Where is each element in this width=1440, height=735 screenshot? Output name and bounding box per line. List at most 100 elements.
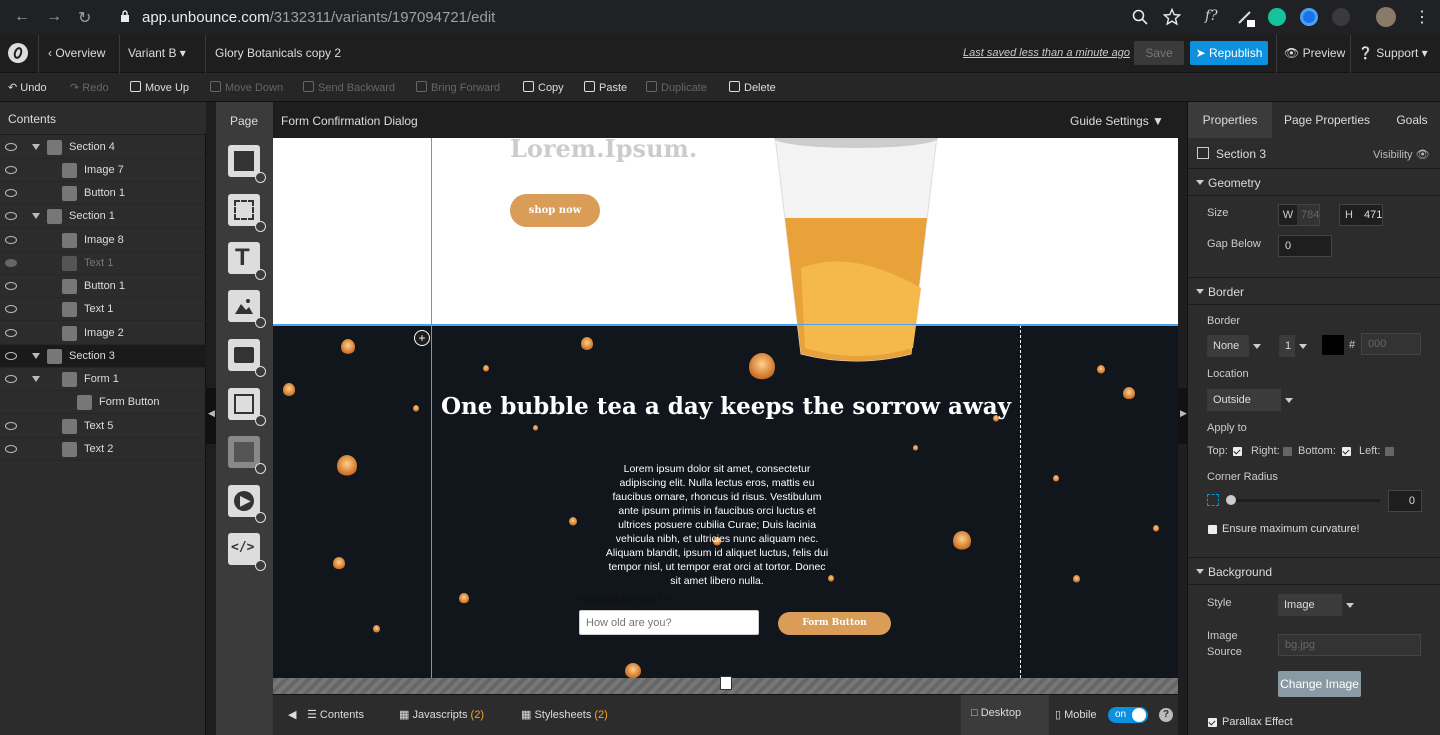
tree-item-image-2[interactable]: Image 2 — [0, 322, 206, 345]
desktop-view-button[interactable]: □ Desktop — [961, 695, 1049, 735]
form-widget-icon[interactable] — [228, 388, 266, 426]
hero-title[interactable]: Lorem.Ipsum. — [510, 138, 697, 163]
section-body-text[interactable]: Lorem ipsum dolor sit amet, consectetur … — [603, 462, 831, 588]
eye-icon[interactable] — [5, 236, 17, 244]
mobile-toggle[interactable]: on — [1108, 707, 1148, 723]
address-bar[interactable]: app.unbounce.com/3132311/variants/197094… — [108, 4, 1193, 31]
border-top-checkbox[interactable] — [1233, 447, 1242, 456]
tab-goals[interactable]: Goals — [1384, 102, 1440, 138]
support-dropdown[interactable]: ❔ Support ▾ — [1358, 46, 1428, 60]
corner-radius-slider[interactable] — [1230, 499, 1380, 502]
grammarly-icon[interactable] — [1268, 8, 1286, 26]
change-image-button[interactable]: Change Image — [1278, 671, 1361, 697]
border-color-field[interactable]: 000 — [1361, 333, 1421, 355]
age-input[interactable] — [579, 610, 759, 635]
eye-icon[interactable] — [5, 166, 17, 174]
page-name[interactable]: Glory Botanicals copy 2 — [215, 46, 341, 60]
stylesheets-button[interactable]: ▦ Stylesheets (2) — [521, 708, 608, 721]
gap-below-field[interactable]: 0 — [1278, 235, 1332, 257]
guide-settings-dropdown[interactable]: Guide Settings ▼ — [1070, 114, 1164, 128]
move-up-button[interactable]: Move Up — [130, 81, 189, 94]
search-icon[interactable] — [1132, 9, 1148, 25]
image-widget-icon[interactable] — [228, 290, 266, 328]
border-width-select[interactable]: 1 — [1279, 335, 1311, 357]
tree-item-form-1[interactable]: Form 1 — [0, 368, 206, 391]
social-widget-icon[interactable] — [228, 436, 266, 474]
eye-icon[interactable] — [5, 305, 17, 313]
tree-item-text-1[interactable]: Text 1 — [0, 298, 206, 321]
tree-item-section-4[interactable]: Section 4 — [0, 136, 206, 159]
eye-icon[interactable] — [5, 212, 17, 220]
visibility-toggle[interactable]: Visibility 👁 — [1373, 148, 1430, 161]
tree-item-text-1-hidden[interactable]: Text 1 — [0, 252, 206, 275]
collapse-icon[interactable] — [32, 376, 40, 382]
back-icon[interactable]: ← — [14, 8, 30, 26]
avatar[interactable] — [1376, 7, 1396, 27]
last-saved-link[interactable]: Last saved less than a minute ago — [963, 47, 1130, 59]
eye-icon[interactable] — [5, 375, 17, 383]
eye-icon[interactable] — [5, 143, 17, 151]
resize-handle-icon[interactable] — [720, 676, 732, 690]
border-left-checkbox[interactable] — [1385, 447, 1394, 456]
tree-item-button-1[interactable]: Button 1 — [0, 182, 206, 205]
slider-handle[interactable] — [1226, 495, 1236, 505]
height-field[interactable]: H 471 — [1339, 204, 1383, 226]
tree-item-text-5[interactable]: Text 5 — [0, 415, 206, 438]
tree-item-form-button[interactable]: Form Button — [0, 391, 206, 414]
paste-button[interactable]: Paste — [584, 81, 627, 94]
copy-button[interactable]: Copy — [523, 81, 564, 94]
contents-toggle[interactable]: ☰ Contents — [307, 708, 364, 721]
background-section-header[interactable]: Background — [1188, 557, 1440, 585]
section-widget-icon[interactable] — [228, 145, 266, 183]
move-down-button[interactable]: Move Down — [210, 81, 283, 94]
border-right-checkbox[interactable] — [1283, 447, 1292, 456]
unbounce-logo-icon[interactable] — [8, 43, 28, 63]
section-3[interactable]: + One bubble tea a day keeps the sorrow … — [273, 325, 1178, 678]
section-headline[interactable]: One bubble tea a day keeps the sorrow aw… — [431, 393, 1021, 420]
custom-html-widget-icon[interactable]: </> — [228, 533, 266, 571]
collapse-left-icon[interactable]: ◀ — [288, 708, 296, 721]
forward-icon[interactable]: → — [46, 8, 62, 26]
collapse-icon[interactable] — [32, 353, 40, 359]
tree-item-image-8[interactable]: Image 8 — [0, 229, 206, 252]
eye-icon[interactable] — [5, 352, 17, 360]
extension-circle-icon[interactable] — [1300, 8, 1318, 26]
eye-icon[interactable] — [5, 282, 17, 290]
bring-forward-button[interactable]: Bring Forward — [416, 81, 500, 94]
redo-button[interactable]: ↷ Redo — [70, 81, 109, 94]
tree-item-text-2[interactable]: Text 2 — [0, 438, 206, 461]
image-source-field[interactable]: bg.jpg — [1278, 634, 1421, 656]
tree-item-button-1[interactable]: Button 1 — [0, 275, 206, 298]
tree-item-section-1[interactable]: Section 1 — [0, 205, 206, 228]
border-style-select[interactable]: None — [1207, 335, 1265, 357]
border-location-select[interactable]: Outside — [1207, 389, 1297, 411]
border-section-header[interactable]: Border — [1188, 277, 1440, 305]
reload-icon[interactable]: ↻ — [78, 8, 91, 28]
overview-link[interactable]: ‹ Overview — [48, 46, 105, 60]
star-icon[interactable] — [1163, 8, 1181, 26]
send-backward-button[interactable]: Send Backward — [303, 81, 395, 94]
border-bottom-checkbox[interactable] — [1342, 447, 1351, 456]
collapse-right-panel-handle[interactable]: ▶ — [1178, 388, 1187, 444]
form-button[interactable]: Form Button — [778, 612, 891, 635]
video-widget-icon[interactable]: ▶ — [228, 485, 266, 523]
border-color-swatch[interactable] — [1322, 335, 1344, 355]
bubble-tea-image[interactable] — [771, 138, 941, 364]
save-button[interactable]: Save — [1134, 41, 1184, 65]
fonts-extension-icon[interactable]: f? — [1205, 8, 1218, 24]
bg-style-select[interactable]: Image — [1278, 594, 1358, 616]
corner-radius-field[interactable]: 0 — [1388, 490, 1422, 512]
pen-extension-icon[interactable] — [1236, 8, 1256, 28]
more-icon[interactable]: ⋮ — [1414, 7, 1430, 27]
width-field[interactable]: W 784 — [1278, 204, 1320, 226]
eye-icon[interactable] — [5, 189, 17, 197]
eye-icon[interactable] — [5, 329, 17, 337]
undo-button[interactable]: ↶ Undo — [8, 81, 47, 94]
box-widget-icon[interactable] — [228, 194, 266, 232]
extension-icon[interactable] — [1332, 8, 1350, 26]
eye-icon[interactable] — [5, 422, 17, 430]
section-1[interactable]: Lorem.Ipsum. shop now — [273, 138, 1178, 325]
javascripts-button[interactable]: ▦ Javascripts (2) — [399, 708, 484, 721]
mobile-view-button[interactable]: ▯ Mobile — [1055, 708, 1097, 721]
republish-button[interactable]: ➤ Republish — [1190, 41, 1268, 65]
